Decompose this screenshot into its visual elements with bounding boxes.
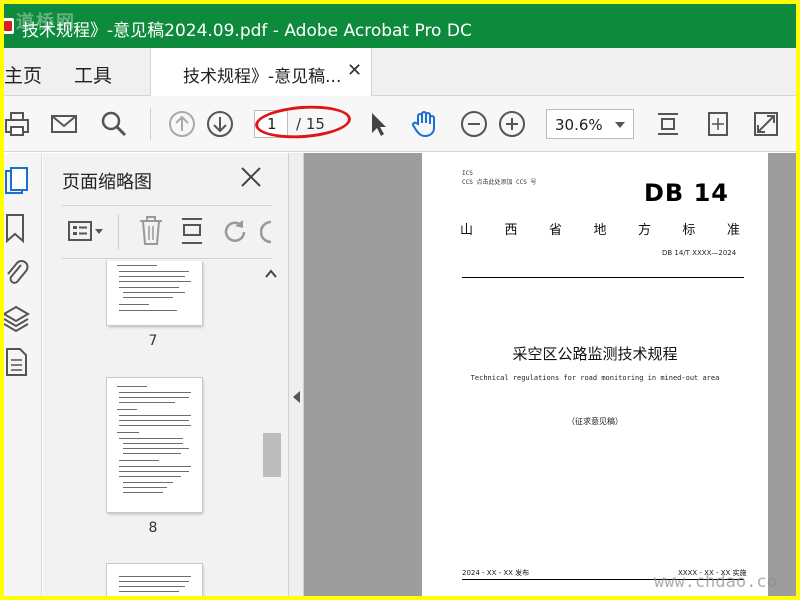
zoom-level-value: 30.6% bbox=[555, 116, 603, 134]
close-tab-icon[interactable]: ✕ bbox=[347, 60, 362, 81]
panel-toolbar-divider bbox=[118, 214, 119, 250]
page-thumbnails-panel: 页面缩略图 7 8 bbox=[43, 153, 288, 596]
next-page-icon[interactable] bbox=[206, 110, 234, 138]
search-icon[interactable] bbox=[100, 110, 128, 138]
tab-home[interactable]: 主页 bbox=[4, 61, 42, 88]
document-view[interactable]: ICS CCS 点击此处添加 CCS 号 DB 14 山 西 省 地 方 标 准… bbox=[304, 153, 796, 596]
page-thumbnail[interactable] bbox=[107, 378, 202, 512]
tab-tools[interactable]: 工具 bbox=[74, 61, 112, 88]
standard-code: DB 14/T XXXX—2024 bbox=[662, 249, 737, 257]
header-rule bbox=[462, 277, 744, 278]
pdf-app-icon bbox=[4, 18, 14, 34]
category-char: 标 bbox=[682, 223, 696, 238]
print-icon[interactable] bbox=[4, 110, 32, 138]
thumbnail-page-number: 7 bbox=[148, 333, 158, 349]
attachment-icon[interactable] bbox=[4, 257, 30, 287]
layers-icon[interactable] bbox=[4, 303, 30, 333]
email-icon[interactable] bbox=[50, 110, 78, 138]
hand-tool-icon[interactable] bbox=[410, 110, 438, 138]
ics-info: ICS CCS 点击此处添加 CCS 号 bbox=[462, 169, 537, 187]
zoom-out-icon[interactable] bbox=[460, 110, 488, 138]
page-thumbnail[interactable] bbox=[107, 261, 202, 325]
ics-label: ICS bbox=[462, 170, 473, 177]
fit-page-icon[interactable] bbox=[654, 110, 682, 138]
zoom-level-select[interactable]: 30.6% bbox=[546, 109, 634, 139]
panel-collapse-splitter[interactable] bbox=[288, 153, 304, 596]
rotate-page-icon[interactable] bbox=[704, 110, 732, 138]
left-navigation-rail bbox=[4, 153, 42, 596]
tab-row: 主页 工具 技术规程》-意见稿... ✕ bbox=[4, 48, 796, 96]
category-char: 山 bbox=[460, 223, 474, 238]
full-screen-icon[interactable] bbox=[752, 110, 780, 138]
insert-page-icon[interactable] bbox=[180, 216, 208, 246]
scroll-up-icon[interactable] bbox=[265, 269, 277, 279]
close-panel-icon[interactable] bbox=[239, 165, 263, 189]
publish-date: 2024 - XX - XX 发布 bbox=[462, 569, 530, 577]
toolbar: 1 / 15 30.6% bbox=[4, 96, 796, 152]
collapse-arrow-icon[interactable] bbox=[293, 391, 300, 403]
watermark-logo: 道桥网 bbox=[16, 12, 76, 33]
zoom-in-icon[interactable] bbox=[498, 110, 526, 138]
bookmark-icon[interactable] bbox=[4, 213, 30, 243]
category-char: 省 bbox=[548, 223, 562, 238]
panel-title: 页面缩略图 bbox=[62, 172, 152, 193]
page-thumbnail[interactable] bbox=[107, 564, 202, 596]
document-icon[interactable] bbox=[4, 347, 30, 377]
thumbnail-list: 7 8 bbox=[43, 261, 258, 596]
category-char: 地 bbox=[593, 223, 607, 238]
select-cursor-icon[interactable] bbox=[364, 110, 392, 138]
category-char: 准 bbox=[726, 223, 740, 238]
watermark-url: www.chdao.co bbox=[654, 572, 777, 592]
thumbnail-scrollbar[interactable] bbox=[259, 261, 283, 596]
rotate-counterclockwise-icon[interactable] bbox=[222, 218, 250, 246]
tab-document-label: 技术规程》-意见稿... bbox=[183, 67, 342, 87]
standard-category: 山 西 省 地 方 标 准 bbox=[460, 219, 740, 238]
tab-document[interactable]: 技术规程》-意见稿... ✕ bbox=[150, 48, 372, 96]
window-title: 技术规程》-意见稿2024.09.pdf - Adobe Acrobat Pro… bbox=[22, 21, 472, 41]
category-char: 西 bbox=[504, 223, 518, 238]
rotate-clockwise-icon[interactable] bbox=[260, 218, 272, 246]
scrollbar-thumb[interactable] bbox=[263, 433, 281, 477]
thumbnail-page-number: 8 bbox=[148, 520, 158, 536]
draft-label: （征求意见稿） bbox=[567, 417, 623, 426]
page-thumbnails-icon[interactable] bbox=[4, 167, 30, 197]
delete-page-icon[interactable] bbox=[138, 216, 164, 246]
acrobat-window: 技术规程》-意见稿2024.09.pdf - Adobe Acrobat Pro… bbox=[4, 4, 796, 596]
pdf-page: ICS CCS 点击此处添加 CCS 号 DB 14 山 西 省 地 方 标 准… bbox=[422, 153, 768, 596]
standard-mark: DB 14 bbox=[644, 179, 729, 207]
ccs-label: CCS 点击此处添加 CCS 号 bbox=[462, 179, 537, 186]
thumbnail-options-icon[interactable] bbox=[68, 220, 104, 244]
chevron-down-icon bbox=[615, 122, 625, 128]
document-title-en: Technical regulations for road monitorin… bbox=[470, 374, 720, 382]
category-char: 方 bbox=[637, 223, 651, 238]
panel-toolbar bbox=[62, 205, 272, 259]
toolbar-divider bbox=[150, 108, 151, 140]
previous-page-icon[interactable] bbox=[168, 110, 196, 138]
document-title-cn: 采空区公路监测技术规程 bbox=[512, 345, 678, 363]
title-bar: 技术规程》-意见稿2024.09.pdf - Adobe Acrobat Pro… bbox=[4, 4, 796, 48]
